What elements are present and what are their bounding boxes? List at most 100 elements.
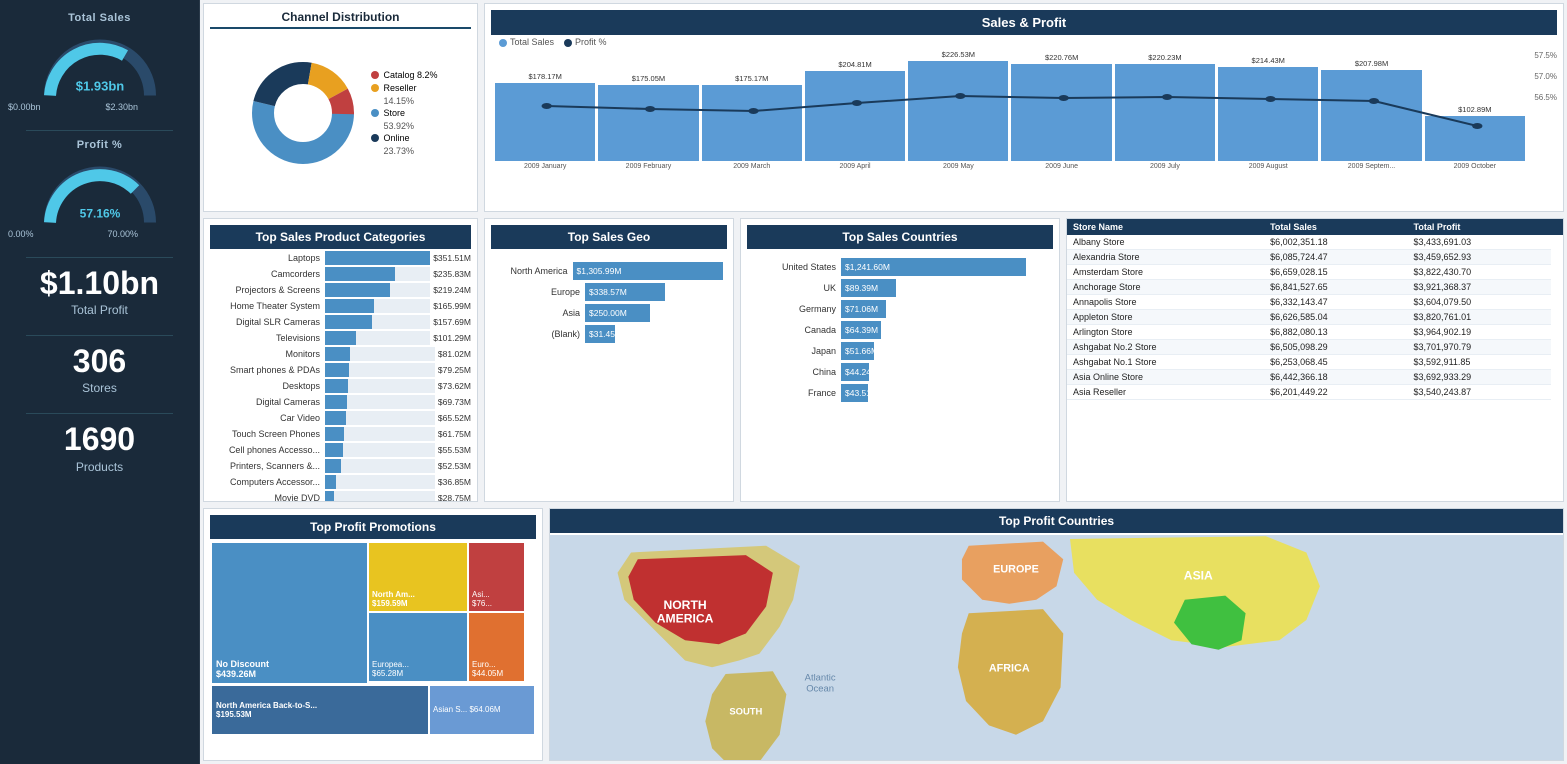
legend-catalog: Catalog 8.2% bbox=[371, 70, 437, 80]
top-profit-countries-title: Top Profit Countries bbox=[550, 509, 1563, 533]
bar-container: $178.17M $175.05M $175.17M $204.81M bbox=[495, 51, 1553, 161]
store-table-body: Albany Store $6,002,351.18 $3,433,691.03… bbox=[1067, 235, 1563, 400]
top-row: Channel Distribution bbox=[200, 0, 1567, 215]
category-bars: Laptops $351.51M Camcorders $235.83M Pro… bbox=[210, 251, 471, 502]
list-item: Digital Cameras $69.73M bbox=[210, 395, 471, 409]
total-sales-label: Total Sales bbox=[8, 12, 191, 24]
divider-4 bbox=[26, 413, 172, 414]
col-total-profit: Total Profit bbox=[1408, 219, 1551, 235]
list-item: Digital SLR Cameras $157.69M bbox=[210, 315, 471, 329]
bar-jan: $178.17M bbox=[495, 72, 595, 161]
country-row-jp: Japan $51.66M bbox=[751, 342, 1049, 360]
svg-text:SOUTH: SOUTH bbox=[729, 707, 762, 718]
main-content: Channel Distribution bbox=[200, 0, 1567, 764]
total-profit-value: $1.10bn bbox=[8, 266, 191, 301]
geo-row-blank: (Blank) $31.45M bbox=[495, 325, 723, 343]
products-value: 1690 bbox=[8, 422, 191, 457]
col-store-name: Store Name bbox=[1067, 219, 1264, 235]
legend-online: Online bbox=[371, 133, 437, 143]
table-row: Anchorage Store $6,841,527.65 $3,921,368… bbox=[1067, 280, 1563, 295]
mid-row: Top Sales Product Categories Laptops $35… bbox=[200, 215, 1567, 505]
table-row: Ashgabat No.2 Store $6,505,098.29 $3,701… bbox=[1067, 340, 1563, 355]
top-promotions-title: Top Profit Promotions bbox=[210, 515, 536, 539]
top-countries-panel: Top Sales Countries United States $1,241… bbox=[740, 218, 1060, 502]
promo-asian-s: Asian S... $64.06M bbox=[430, 686, 534, 734]
store-table-panel: Store Name Total Sales Total Profit Alba… bbox=[1066, 218, 1564, 502]
country-row-us: United States $1,241.60M bbox=[751, 258, 1049, 276]
list-item: Computers Accessor... $36.85M bbox=[210, 475, 471, 489]
table-row: Albany Store $6,002,351.18 $3,433,691.03 bbox=[1067, 235, 1563, 250]
donut-legend: Catalog 8.2% Reseller 14.15% Store 53.92… bbox=[371, 70, 437, 156]
products-kpi: 1690 Products bbox=[8, 422, 191, 473]
promo-na-back: North America Back-to-S... $195.53M bbox=[212, 686, 428, 734]
bar-jul: $220.23M bbox=[1115, 53, 1215, 161]
sales-chart: 57.5% 57.0% 56.5% $178.17M $175.05M bbox=[491, 51, 1557, 196]
svg-text:NORTH: NORTH bbox=[663, 598, 706, 612]
products-label: Products bbox=[8, 460, 191, 474]
store-table-scroll[interactable]: Store Name Total Sales Total Profit Alba… bbox=[1067, 219, 1563, 400]
profit-pct-kpi: Profit % 57.16% 0.00% 70.00% bbox=[8, 139, 191, 239]
svg-text:57.16%: 57.16% bbox=[79, 207, 120, 221]
donut-svg bbox=[243, 53, 363, 173]
list-item: Monitors $81.02M bbox=[210, 347, 471, 361]
list-item: Camcorders $235.83M bbox=[210, 267, 471, 281]
svg-text:$1.93bn: $1.93bn bbox=[75, 79, 123, 94]
left-panel: Total Sales $1.93bn $0.00bn $2.30bn Prof… bbox=[0, 0, 200, 764]
geo-bars: North America $1,305.99M Europe $338.57M… bbox=[491, 251, 727, 354]
geo-row-na: North America $1,305.99M bbox=[495, 262, 723, 280]
sales-profit-title: Sales & Profit bbox=[491, 10, 1557, 35]
table-row: Amsterdam Store $6,659,028.15 $3,822,430… bbox=[1067, 265, 1563, 280]
sales-profit-panel: Sales & Profit Total Sales Profit % 57.5… bbox=[484, 3, 1564, 212]
col-scroll-indicator bbox=[1551, 219, 1563, 235]
geo-row-eu: Europe $338.57M bbox=[495, 283, 723, 301]
bar-apr: $204.81M bbox=[805, 60, 905, 161]
top-sales-cat-title: Top Sales Product Categories bbox=[210, 225, 471, 249]
promo-no-discount: No Discount $439.26M bbox=[212, 543, 367, 683]
table-row: Ashgabat No.1 Store $6,253,068.45 $3,592… bbox=[1067, 355, 1563, 370]
promo-right-col: North Am... $159.59M Asi... $76... Europ… bbox=[369, 543, 524, 684]
top-profit-countries-panel: Top Profit Countries bbox=[549, 508, 1564, 761]
store-data-table: Store Name Total Sales Total Profit Alba… bbox=[1067, 219, 1563, 400]
catalog-dot bbox=[371, 71, 379, 79]
treemap: No Discount $439.26M North Am... $159.59… bbox=[210, 541, 536, 736]
total-profit-label: Total Profit bbox=[8, 303, 191, 317]
list-item: Movie DVD $28.75M bbox=[210, 491, 471, 502]
svg-text:AMERICA: AMERICA bbox=[657, 612, 714, 626]
top-promotions-panel: Top Profit Promotions No Discount $439.2… bbox=[203, 508, 543, 761]
bar-jun: $220.76M bbox=[1011, 53, 1111, 161]
donut-chart-area: Catalog 8.2% Reseller 14.15% Store 53.92… bbox=[210, 33, 471, 193]
list-item: Home Theater System $165.99M bbox=[210, 299, 471, 313]
svg-text:Atlantic: Atlantic bbox=[805, 673, 836, 684]
promo-bottom-right: Asian S... $64.06M bbox=[430, 686, 534, 734]
table-row: Annapolis Store $6,332,143.47 $3,604,079… bbox=[1067, 295, 1563, 310]
table-row: Asia Reseller $6,201,449.22 $3,540,243.8… bbox=[1067, 385, 1563, 400]
table-row: Asia Online Store $6,442,366.18 $3,692,9… bbox=[1067, 370, 1563, 385]
total-sales-kpi: Total Sales $1.93bn $0.00bn $2.30bn bbox=[8, 12, 191, 112]
promo-north-am: North Am... $159.59M bbox=[369, 543, 467, 611]
promo-euro: Euro... $44.05M bbox=[469, 613, 524, 681]
list-item: Televisions $101.29M bbox=[210, 331, 471, 345]
profit-axis: 57.5% 57.0% 56.5% bbox=[1534, 51, 1557, 102]
bot-row: Top Profit Promotions No Discount $439.2… bbox=[200, 505, 1567, 764]
list-item: Touch Screen Phones $61.75M bbox=[210, 427, 471, 441]
channel-dist-title: Channel Distribution bbox=[210, 10, 471, 29]
divider-1 bbox=[26, 130, 172, 131]
total-sales-gauge: $1.93bn bbox=[35, 28, 165, 98]
top-geo-panel: Top Sales Geo North America $1,305.99M E… bbox=[484, 218, 734, 502]
table-row: Alexandria Store $6,085,724.47 $3,459,65… bbox=[1067, 250, 1563, 265]
promo-top-right: North Am... $159.59M Asi... $76... bbox=[369, 543, 524, 611]
map-svg: NORTH AMERICA EUROPE ASIA AFRICA SOUTH A… bbox=[550, 535, 1563, 761]
promo-asi: Asi... $76... bbox=[469, 543, 524, 611]
store-dot bbox=[371, 109, 379, 117]
list-item: Car Video $65.52M bbox=[210, 411, 471, 425]
table-row: Arlington Store $6,882,080.13 $3,964,902… bbox=[1067, 325, 1563, 340]
legend-reseller: Reseller bbox=[371, 83, 437, 93]
geo-row-asia: Asia $250.00M bbox=[495, 304, 723, 322]
country-row-uk: UK $89.39M bbox=[751, 279, 1049, 297]
top-geo-title: Top Sales Geo bbox=[491, 225, 727, 249]
bar-oct: $102.89M bbox=[1425, 105, 1525, 161]
country-row-fr: France $43.51M bbox=[751, 384, 1049, 402]
countries-bars: United States $1,241.60M UK $89.39M Germ… bbox=[747, 251, 1053, 409]
promo-mid-right: Europea... $65.28M Euro... $44.05M bbox=[369, 613, 524, 681]
profit-pct-gauge: 57.16% bbox=[35, 155, 165, 225]
